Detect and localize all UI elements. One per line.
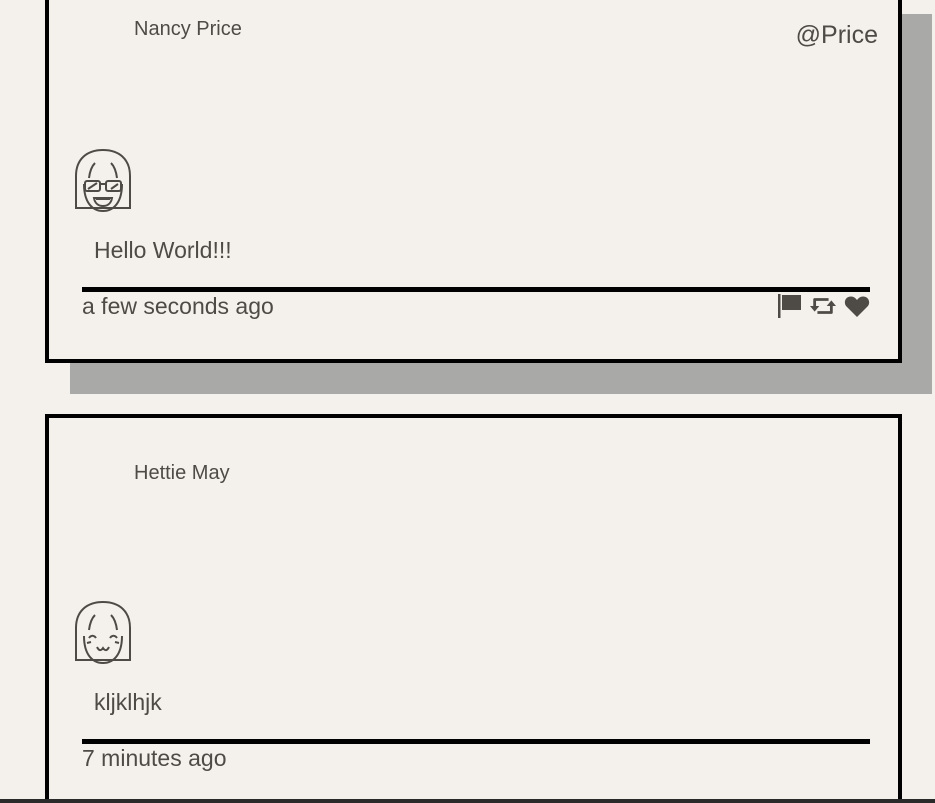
- timestamp: a few seconds ago: [82, 293, 274, 319]
- flag-icon[interactable]: [776, 293, 802, 319]
- tweet-content: kljklhjk: [94, 689, 162, 715]
- tweet-card[interactable]: Nancy Price @Price Hello World!!! a few …: [45, 0, 902, 363]
- tweet-card[interactable]: Hettie May kljklhjk 7 minutes ago: [45, 414, 902, 803]
- timestamp: 7 minutes ago: [82, 745, 227, 771]
- tweet-actions: [776, 293, 870, 319]
- retweet-icon[interactable]: [810, 293, 836, 319]
- author-name: Nancy Price: [134, 18, 242, 40]
- divider: [82, 739, 870, 744]
- window-bottom-edge: [0, 799, 935, 803]
- author-handle: @Price: [795, 21, 878, 49]
- author-name: Hettie May: [134, 462, 230, 484]
- tweet-feed: Nancy Price @Price Hello World!!! a few …: [0, 0, 935, 803]
- tweet-content: Hello World!!!: [94, 237, 232, 263]
- heart-icon[interactable]: [844, 293, 870, 319]
- girl-sunglasses-avatar-icon: [75, 148, 131, 213]
- divider: [82, 287, 870, 292]
- girl-smiling-avatar-icon: [75, 600, 131, 665]
